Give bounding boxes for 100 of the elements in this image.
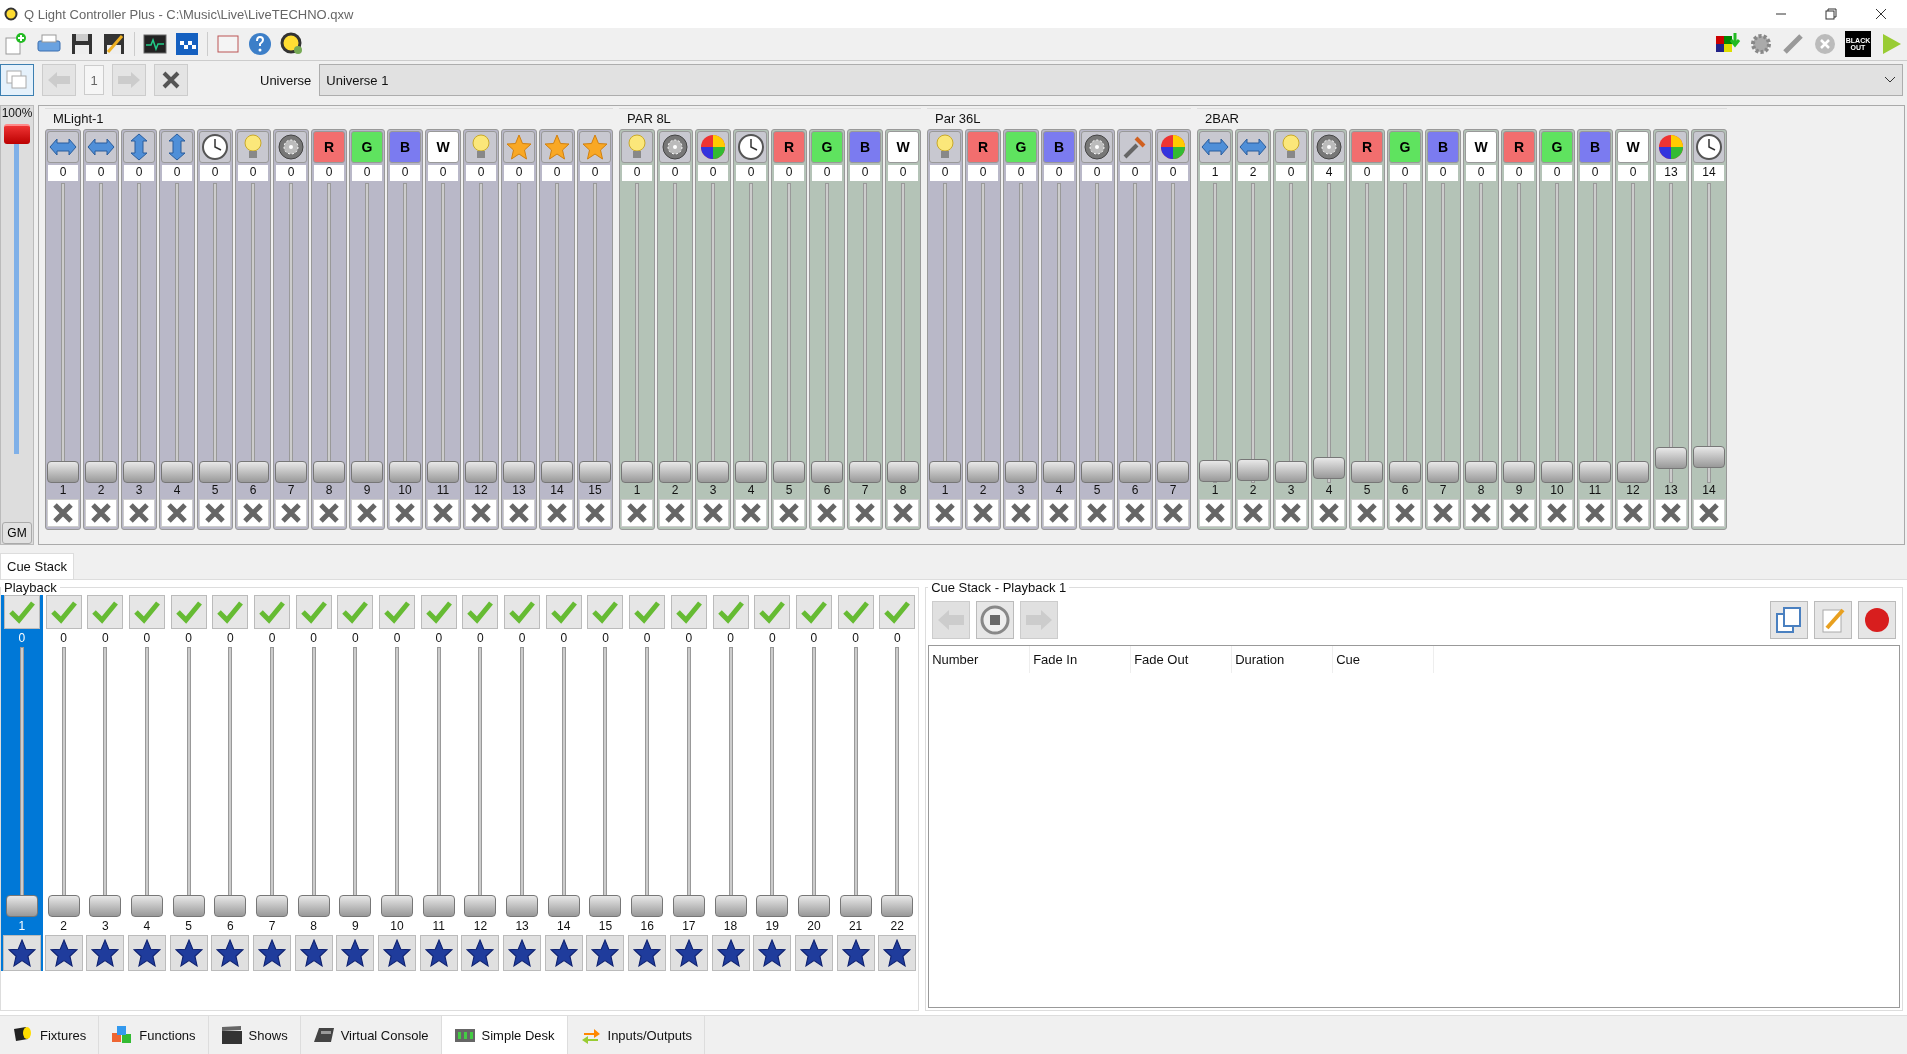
playback-fader[interactable]: [130, 647, 163, 917]
reset-channel-button[interactable]: [1427, 499, 1459, 527]
reset-channel-button[interactable]: [579, 499, 611, 527]
fader-handle[interactable]: [589, 895, 622, 917]
flash-button[interactable]: [2, 935, 41, 971]
wrench-icon[interactable]: [1781, 32, 1805, 56]
fader-handle[interactable]: [381, 895, 414, 917]
view-mode-button[interactable]: [0, 64, 34, 96]
fader-handle[interactable]: [1199, 459, 1231, 482]
flash-button[interactable]: [794, 935, 833, 971]
column-header[interactable]: Fade In: [1030, 646, 1132, 673]
fader-handle[interactable]: [313, 461, 345, 483]
main-tab[interactable]: Shows: [208, 1016, 301, 1054]
reset-button[interactable]: [154, 64, 188, 96]
playback-strip[interactable]: 0 18: [709, 595, 752, 971]
grand-master-handle[interactable]: [4, 124, 30, 144]
reset-channel-button[interactable]: [849, 499, 881, 527]
reset-channel-button[interactable]: [773, 499, 805, 527]
channel-type-button[interactable]: [1157, 131, 1189, 163]
playback-strip[interactable]: 0 15: [584, 595, 627, 971]
new-document-icon[interactable]: [4, 32, 28, 56]
fader-handle[interactable]: [579, 461, 611, 483]
select-playback-button[interactable]: [629, 595, 666, 629]
fader-handle[interactable]: [547, 895, 580, 917]
playback-fader[interactable]: [339, 647, 372, 917]
fader-handle[interactable]: [797, 895, 830, 917]
playback-strip[interactable]: 0 19: [751, 595, 794, 971]
channel-type-button[interactable]: [1313, 131, 1345, 163]
playback-strip[interactable]: 0 16: [626, 595, 668, 971]
fader-handle[interactable]: [714, 895, 747, 917]
playback-fader[interactable]: [172, 647, 205, 917]
fader-handle[interactable]: [1313, 456, 1345, 479]
reset-channel-button[interactable]: [161, 499, 193, 527]
select-playback-button[interactable]: [87, 595, 124, 629]
reset-channel-button[interactable]: [1655, 499, 1687, 527]
playback-fader[interactable]: [714, 647, 747, 917]
restore-icon[interactable]: [1825, 8, 1837, 20]
fader-handle[interactable]: [389, 461, 421, 483]
channel-type-button[interactable]: [47, 131, 79, 163]
select-playback-button[interactable]: [212, 595, 249, 629]
reset-channel-button[interactable]: [621, 499, 653, 527]
fader-handle[interactable]: [541, 461, 573, 483]
reset-channel-button[interactable]: [1541, 499, 1573, 527]
fader-handle[interactable]: [672, 895, 705, 917]
select-playback-button[interactable]: [504, 595, 541, 629]
flash-button[interactable]: [878, 935, 917, 971]
reset-channel-button[interactable]: [1313, 499, 1345, 527]
reset-channel-button[interactable]: [1579, 499, 1611, 527]
fader-handle[interactable]: [1081, 461, 1113, 483]
playback-strip[interactable]: 0 9: [334, 595, 377, 971]
reset-channel-button[interactable]: [503, 499, 535, 527]
select-playback-button[interactable]: [712, 595, 749, 629]
flash-button[interactable]: [586, 935, 625, 971]
clone-button[interactable]: [1770, 601, 1808, 639]
playback-strip[interactable]: 0 22: [876, 595, 919, 971]
fader-handle[interactable]: [47, 461, 79, 483]
playback-fader[interactable]: [89, 647, 122, 917]
column-header[interactable]: Fade Out: [1131, 646, 1233, 673]
select-playback-button[interactable]: [379, 595, 416, 629]
channel-type-button[interactable]: [1655, 131, 1687, 163]
fader-handle[interactable]: [1119, 461, 1151, 483]
fader-handle[interactable]: [237, 461, 269, 483]
channel-type-button[interactable]: [85, 131, 117, 163]
fader-handle[interactable]: [631, 895, 664, 917]
reset-channel-button[interactable]: [887, 499, 919, 527]
fader-handle[interactable]: [1541, 461, 1573, 483]
channel-type-button[interactable]: B: [1427, 131, 1459, 163]
channel-type-button[interactable]: R: [1503, 131, 1535, 163]
select-playback-button[interactable]: [754, 595, 791, 629]
flash-button[interactable]: [336, 935, 375, 971]
channel-type-button[interactable]: [123, 131, 155, 163]
flash-button[interactable]: [544, 935, 583, 971]
stop-button[interactable]: [976, 601, 1015, 639]
fader-handle[interactable]: [1465, 461, 1497, 483]
fader-handle[interactable]: [503, 461, 535, 483]
playback-strip[interactable]: 0 8: [292, 595, 335, 971]
playback-fader[interactable]: [672, 647, 705, 917]
playback-fader[interactable]: [381, 647, 414, 917]
playback-fader[interactable]: [631, 647, 664, 917]
save-as-icon[interactable]: [102, 32, 126, 56]
playback-strip[interactable]: 0 12: [459, 595, 502, 971]
fader-handle[interactable]: [881, 895, 914, 917]
fullscreen-icon[interactable]: [216, 32, 240, 56]
fader-handle[interactable]: [1389, 461, 1421, 483]
fader-handle[interactable]: [811, 461, 843, 483]
reset-channel-button[interactable]: [1043, 499, 1075, 527]
fader-handle[interactable]: [839, 895, 872, 917]
playback-strip[interactable]: 0 17: [668, 595, 710, 971]
reset-channel-button[interactable]: [389, 499, 421, 527]
reset-channel-button[interactable]: [1389, 499, 1421, 527]
select-playback-button[interactable]: [45, 595, 82, 629]
fader-handle[interactable]: [123, 461, 155, 483]
reset-channel-button[interactable]: [1275, 499, 1307, 527]
playback-strip[interactable]: 0 3: [84, 595, 127, 971]
cue-stack-tab[interactable]: Cue Stack: [0, 553, 74, 579]
playback-strip[interactable]: 0 20: [793, 595, 835, 971]
channel-type-button[interactable]: W: [1465, 131, 1497, 163]
channel-type-button[interactable]: R: [313, 131, 345, 163]
reset-channel-button[interactable]: [1119, 499, 1151, 527]
main-tab[interactable]: Simple Desk: [441, 1016, 568, 1054]
